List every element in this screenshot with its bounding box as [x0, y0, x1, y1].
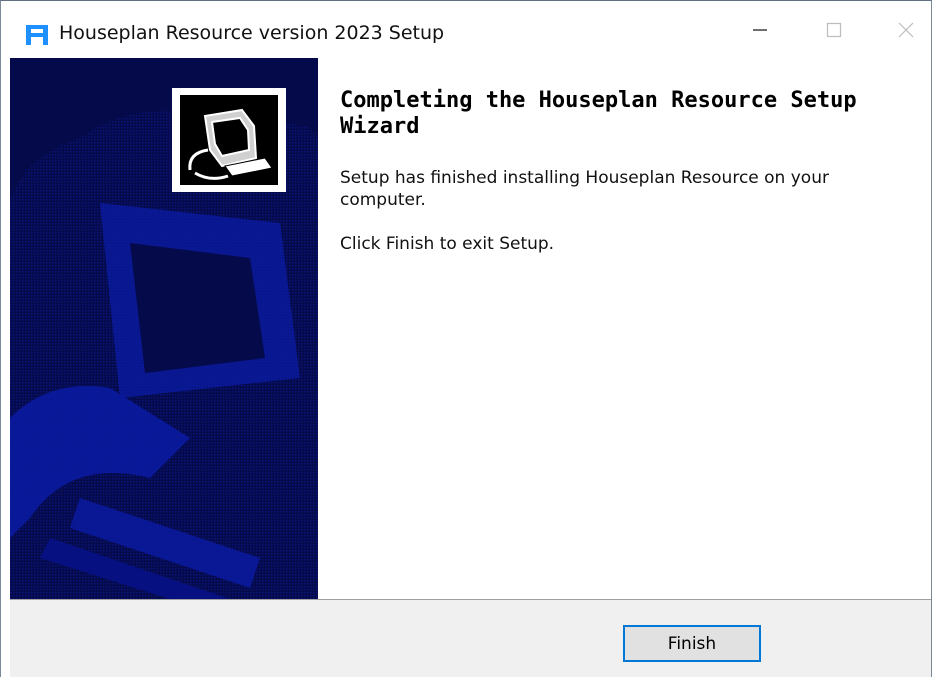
wizard-heading: Completing the Houseplan Resource Setup … — [340, 88, 857, 139]
sidebar-artwork — [10, 58, 318, 599]
window-left-margin — [1, 58, 10, 677]
close-button[interactable] — [869, 1, 932, 58]
finished-message: Setup has finished installing Houseplan … — [340, 168, 829, 210]
maximize-icon — [826, 22, 842, 37]
setup-window: Houseplan Resource version 2023 Setup Co… — [0, 0, 932, 677]
wizard-footer: Finish — [10, 600, 931, 677]
window-title: Houseplan Resource version 2023 Setup — [59, 22, 445, 44]
title-bar[interactable]: Houseplan Resource version 2023 Setup — [1, 1, 931, 58]
maximize-button[interactable] — [797, 1, 871, 58]
finish-button[interactable]: Finish — [623, 625, 761, 662]
close-icon — [898, 22, 914, 37]
app-logo-icon — [26, 25, 48, 45]
wizard-content-panel: Completing the Houseplan Resource Setup … — [318, 58, 931, 599]
minimize-button[interactable] — [723, 1, 797, 58]
exit-instruction: Click Finish to exit Setup. — [340, 234, 555, 254]
wizard-sidebar-image — [10, 58, 318, 599]
minimize-icon — [753, 28, 767, 31]
